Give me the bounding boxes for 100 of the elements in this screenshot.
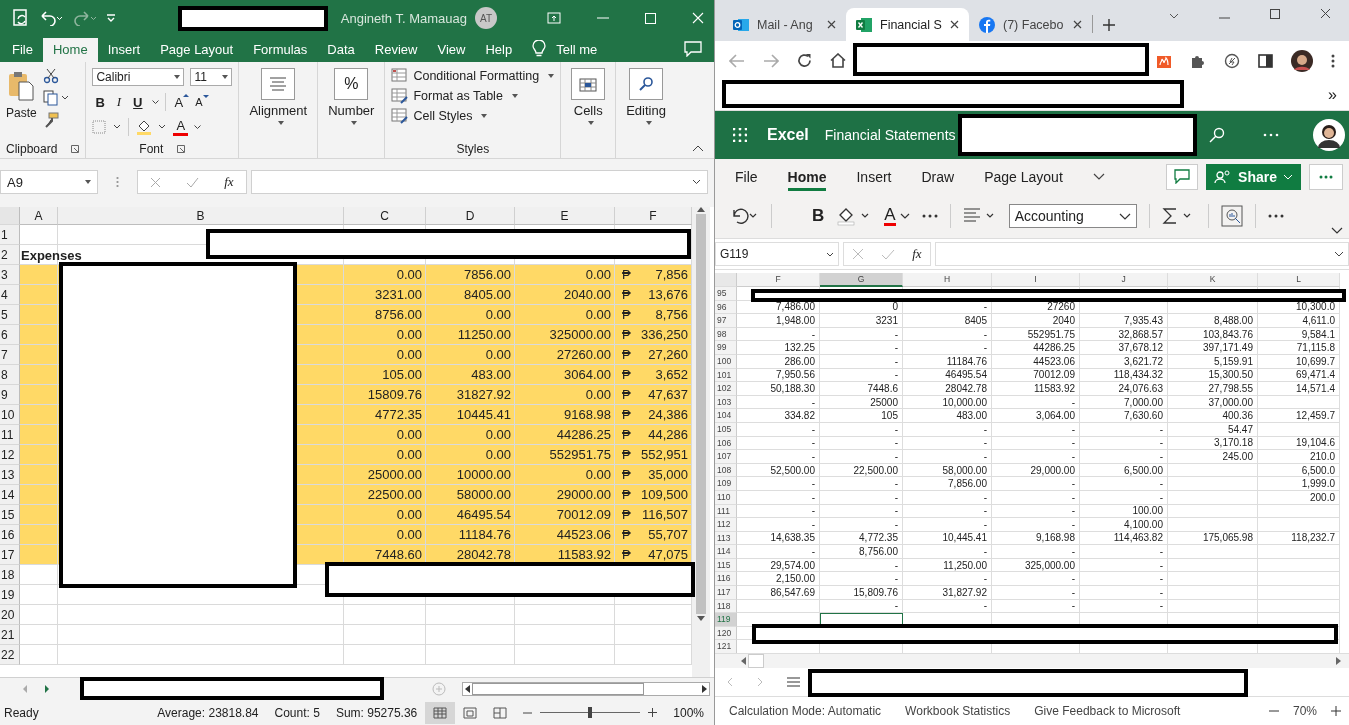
insert-function-button[interactable]: fx [912, 246, 922, 262]
ribbon-tab[interactable]: Help [475, 38, 523, 62]
row-header[interactable]: 12 [0, 445, 20, 465]
user-avatar[interactable]: AT [475, 7, 497, 29]
row-header[interactable]: 6 [0, 325, 20, 345]
row-header[interactable]: 10 [0, 405, 20, 425]
row-header[interactable]: 102 [715, 382, 737, 396]
row-header[interactable]: 7 [0, 345, 20, 365]
ribbon-tab[interactable]: Draw [921, 162, 955, 191]
ribbon-tab[interactable]: View [427, 38, 476, 62]
table-cell: - [903, 341, 992, 355]
ribbon-tab[interactable]: Home [42, 38, 98, 62]
editing-button[interactable]: Editing [622, 66, 670, 158]
bookmarks-overflow-button[interactable]: » [1328, 86, 1337, 104]
italic-button[interactable]: I [113, 94, 125, 110]
browser-tab[interactable]: Financial S [846, 8, 969, 41]
number-format-dropdown[interactable]: Accounting [1008, 204, 1137, 228]
row-header[interactable]: 9 [0, 385, 20, 405]
row-header[interactable]: 19 [0, 585, 20, 605]
row-header[interactable]: 14 [0, 485, 20, 505]
font-color-button[interactable]: A [884, 206, 896, 226]
column-header[interactable]: J [1080, 273, 1168, 287]
grow-font-button[interactable]: A [171, 94, 187, 110]
name-box[interactable]: G119 [715, 242, 839, 266]
row-header[interactable]: 4 [0, 285, 20, 305]
row-header[interactable]: 3 [0, 265, 20, 285]
row-header[interactable]: 116 [715, 572, 737, 587]
column-header[interactable]: D [426, 207, 515, 225]
styles-button[interactable]: Conditional Formatting [391, 68, 555, 84]
tell-me-search[interactable]: Tell me [546, 38, 608, 62]
ribbon-tab[interactable]: Insert [856, 162, 892, 191]
zoom-level[interactable]: 100% [673, 705, 704, 720]
font-size-dropdown[interactable]: 11 [190, 68, 233, 86]
browser-tab[interactable]: Mail - Ang [723, 8, 846, 41]
row-header[interactable]: 13 [0, 465, 20, 485]
row-header[interactable]: 17 [0, 545, 20, 565]
ribbon-tab[interactable]: File [2, 38, 43, 62]
column-header[interactable]: A [20, 207, 58, 225]
column-header[interactable]: G [820, 273, 903, 287]
bold-button[interactable]: B [812, 206, 825, 226]
ribbon-tab[interactable]: Review [364, 38, 428, 62]
cells-button[interactable]: Cells [567, 66, 610, 158]
column-header[interactable]: L [1258, 273, 1340, 287]
row-header[interactable]: 16 [0, 525, 20, 545]
ribbon-tab[interactable]: Insert [97, 38, 151, 62]
alignment-button[interactable]: Alignment [245, 66, 312, 158]
styles-button[interactable]: Cell Styles [391, 108, 555, 124]
row-header[interactable]: 109 [715, 477, 737, 491]
styles-button[interactable]: Format as Table [391, 88, 555, 104]
column-header[interactable]: F [737, 273, 820, 287]
column-header[interactable]: F [615, 207, 692, 225]
row-header[interactable]: 99 [715, 341, 737, 355]
ribbon-tab[interactable]: Home [787, 162, 827, 191]
ribbon-tab[interactable]: Formulas [243, 38, 318, 62]
column-header[interactable]: B [58, 207, 344, 225]
paste-button[interactable]: Paste [6, 66, 37, 140]
ribbon-tab[interactable]: Page Layout [150, 38, 244, 62]
row-header[interactable]: 18 [0, 565, 20, 585]
shrink-font-button[interactable]: A [192, 96, 206, 108]
row-header[interactable]: 97 [715, 314, 737, 328]
column-header[interactable]: C [344, 207, 426, 225]
status-text[interactable]: Workbook Statistics [905, 704, 1011, 718]
column-header[interactable]: K [1168, 273, 1258, 287]
row-header[interactable]: 117 [715, 586, 737, 600]
row-header[interactable]: 5 [0, 305, 20, 325]
font-name-dropdown[interactable]: Calibri [92, 68, 185, 86]
underline-button[interactable]: U [130, 94, 146, 110]
column-header[interactable]: H [903, 273, 992, 287]
row-header[interactable]: 107 [715, 450, 737, 464]
row-header[interactable]: 114 [715, 545, 737, 559]
name-box[interactable]: A9 [0, 170, 98, 194]
bold-button[interactable]: B [92, 94, 108, 110]
row-header[interactable]: 11 [0, 425, 20, 445]
insert-function-button[interactable]: fx [224, 174, 234, 190]
column-header[interactable]: E [515, 207, 615, 225]
row-header[interactable]: 119 [715, 613, 737, 627]
browser-tab[interactable]: (7) Facebo [969, 8, 1092, 41]
row-header[interactable]: 104 [715, 409, 737, 423]
column-header[interactable]: I [992, 273, 1080, 287]
row-header[interactable]: 2 [0, 245, 20, 265]
zoom-level[interactable]: 70% [1292, 704, 1317, 718]
row-header[interactable]: 8 [0, 365, 20, 385]
ribbon-tab[interactable]: File [735, 162, 758, 191]
row-header[interactable]: 20 [0, 605, 20, 625]
row-header[interactable]: 22 [0, 645, 20, 665]
status-text[interactable]: Calculation Mode: Automatic [729, 704, 882, 718]
row-header[interactable]: 121 [715, 640, 737, 653]
row-header[interactable]: 15 [0, 505, 20, 525]
status-text[interactable]: Give Feedback to Microsoft [1034, 704, 1181, 718]
row-header[interactable]: 112 [715, 518, 737, 532]
app-name[interactable]: Excel [767, 126, 809, 144]
row-header[interactable]: 95 [715, 287, 737, 301]
document-title[interactable]: Financial Statements [824, 127, 956, 143]
ribbon-tab[interactable]: Page Layout [984, 162, 1063, 191]
number-button[interactable]: % Number [324, 66, 379, 158]
font-color-button[interactable]: A [173, 118, 189, 136]
row-header[interactable]: 1 [0, 225, 20, 245]
share-button[interactable]: Share [1206, 163, 1301, 190]
ribbon-tab[interactable]: Data [317, 38, 365, 62]
row-header[interactable]: 21 [0, 625, 20, 645]
